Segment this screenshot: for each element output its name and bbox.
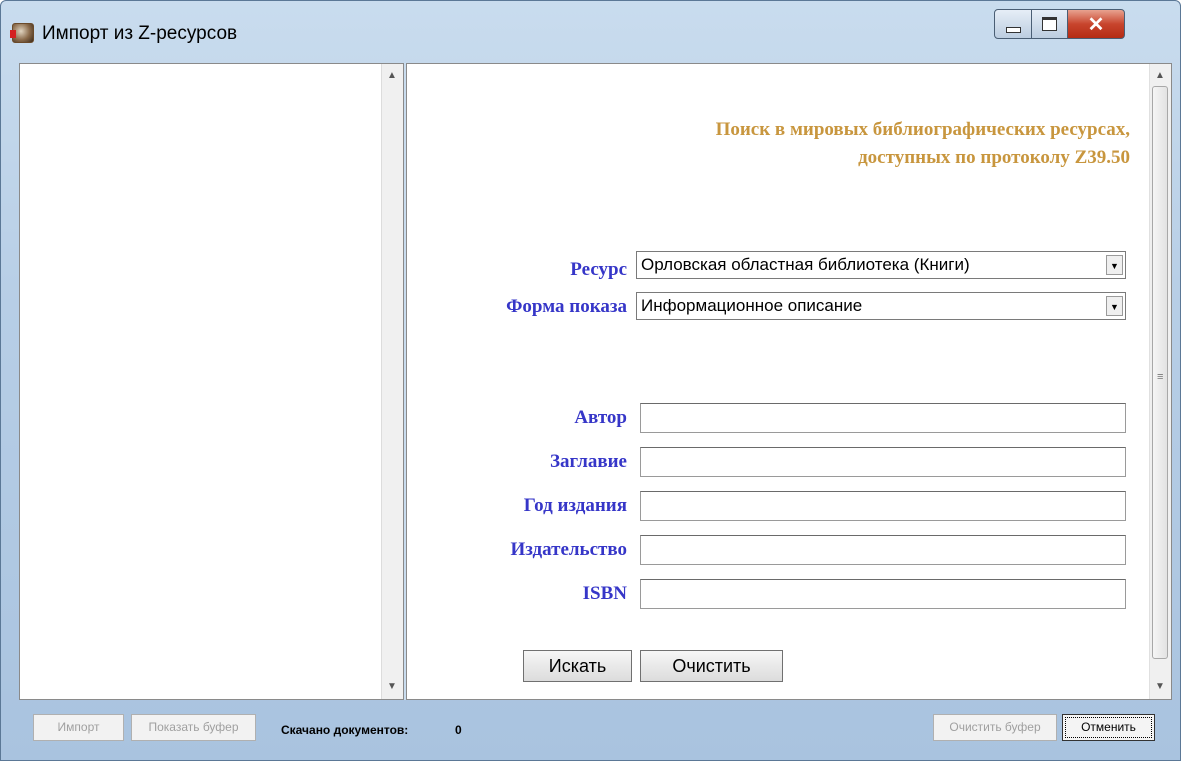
publisher-label: Издательство <box>510 539 627 560</box>
resource-select[interactable]: Орловская областная библиотека (Книги) ▼ <box>636 251 1126 279</box>
close-icon: ✕ <box>1087 13 1105 36</box>
close-button[interactable]: ✕ <box>1067 9 1125 39</box>
scroll-down-icon[interactable]: ▼ <box>1155 681 1165 693</box>
window: Импорт из Z-ресурсов ✕ ▲ ▼ Поиск в миров… <box>0 0 1181 761</box>
resource-select-value: Орловская областная библиотека (Книги) <box>641 255 970 274</box>
isbn-label: ISBN <box>582 583 627 604</box>
author-label: Автор <box>574 407 627 428</box>
display-form-label: Форма показа <box>506 296 627 317</box>
minimize-icon <box>1005 27 1021 33</box>
scroll-up-icon[interactable]: ▲ <box>1155 70 1165 82</box>
window-title: Импорт из Z-ресурсов <box>42 23 238 44</box>
chevron-down-icon[interactable]: ▼ <box>1106 296 1123 316</box>
heading-line-2: доступных по протоколу Z39.50 <box>858 147 1130 168</box>
clear-button[interactable]: Очистить <box>640 650 783 682</box>
downloaded-label: Скачано документов: <box>281 723 409 737</box>
results-pane[interactable]: ▲ ▼ <box>19 63 404 700</box>
show-buffer-button[interactable]: Показать буфер <box>131 714 256 741</box>
search-button[interactable]: Искать <box>523 650 632 682</box>
status-bar: Импорт Показать буфер Скачано документов… <box>19 705 1172 749</box>
scroll-thumb[interactable]: ≡ <box>1152 86 1168 659</box>
title-label: Заглавие <box>550 451 627 472</box>
app-books-icon <box>10 23 34 43</box>
clear-buffer-button[interactable]: Очистить буфер <box>933 714 1057 741</box>
cancel-button[interactable]: Отменить <box>1062 714 1155 741</box>
form-heading: Поиск в мировых библиографических ресурс… <box>716 116 1130 172</box>
chevron-down-icon[interactable]: ▼ <box>1106 255 1123 275</box>
grip-icon: ≡ <box>1157 371 1164 383</box>
form-scrollbar[interactable]: ▲ ≡ ▼ <box>1149 64 1171 699</box>
year-input[interactable] <box>640 491 1126 521</box>
year-label: Год издания <box>523 495 627 516</box>
title-bar[interactable]: Импорт из Z-ресурсов ✕ <box>1 1 1180 59</box>
isbn-input[interactable] <box>640 579 1126 609</box>
scroll-down-icon[interactable]: ▼ <box>387 681 397 693</box>
publisher-input[interactable] <box>640 535 1126 565</box>
maximize-button[interactable] <box>1031 9 1068 39</box>
title-input[interactable] <box>640 447 1126 477</box>
minimize-button[interactable] <box>994 9 1032 39</box>
resource-label: Ресурс <box>570 259 627 280</box>
import-button[interactable]: Импорт <box>33 714 124 741</box>
maximize-icon <box>1042 17 1057 31</box>
results-scrollbar[interactable]: ▲ ▼ <box>381 64 403 699</box>
downloaded-count: 0 <box>455 723 462 737</box>
display-form-select[interactable]: Информационное описание ▼ <box>636 292 1126 320</box>
author-input[interactable] <box>640 403 1126 433</box>
heading-line-1: Поиск в мировых библиографических ресурс… <box>715 119 1130 140</box>
search-form-pane: Поиск в мировых библиографических ресурс… <box>406 63 1172 700</box>
display-form-select-value: Информационное описание <box>641 296 863 315</box>
scroll-up-icon[interactable]: ▲ <box>387 70 397 82</box>
